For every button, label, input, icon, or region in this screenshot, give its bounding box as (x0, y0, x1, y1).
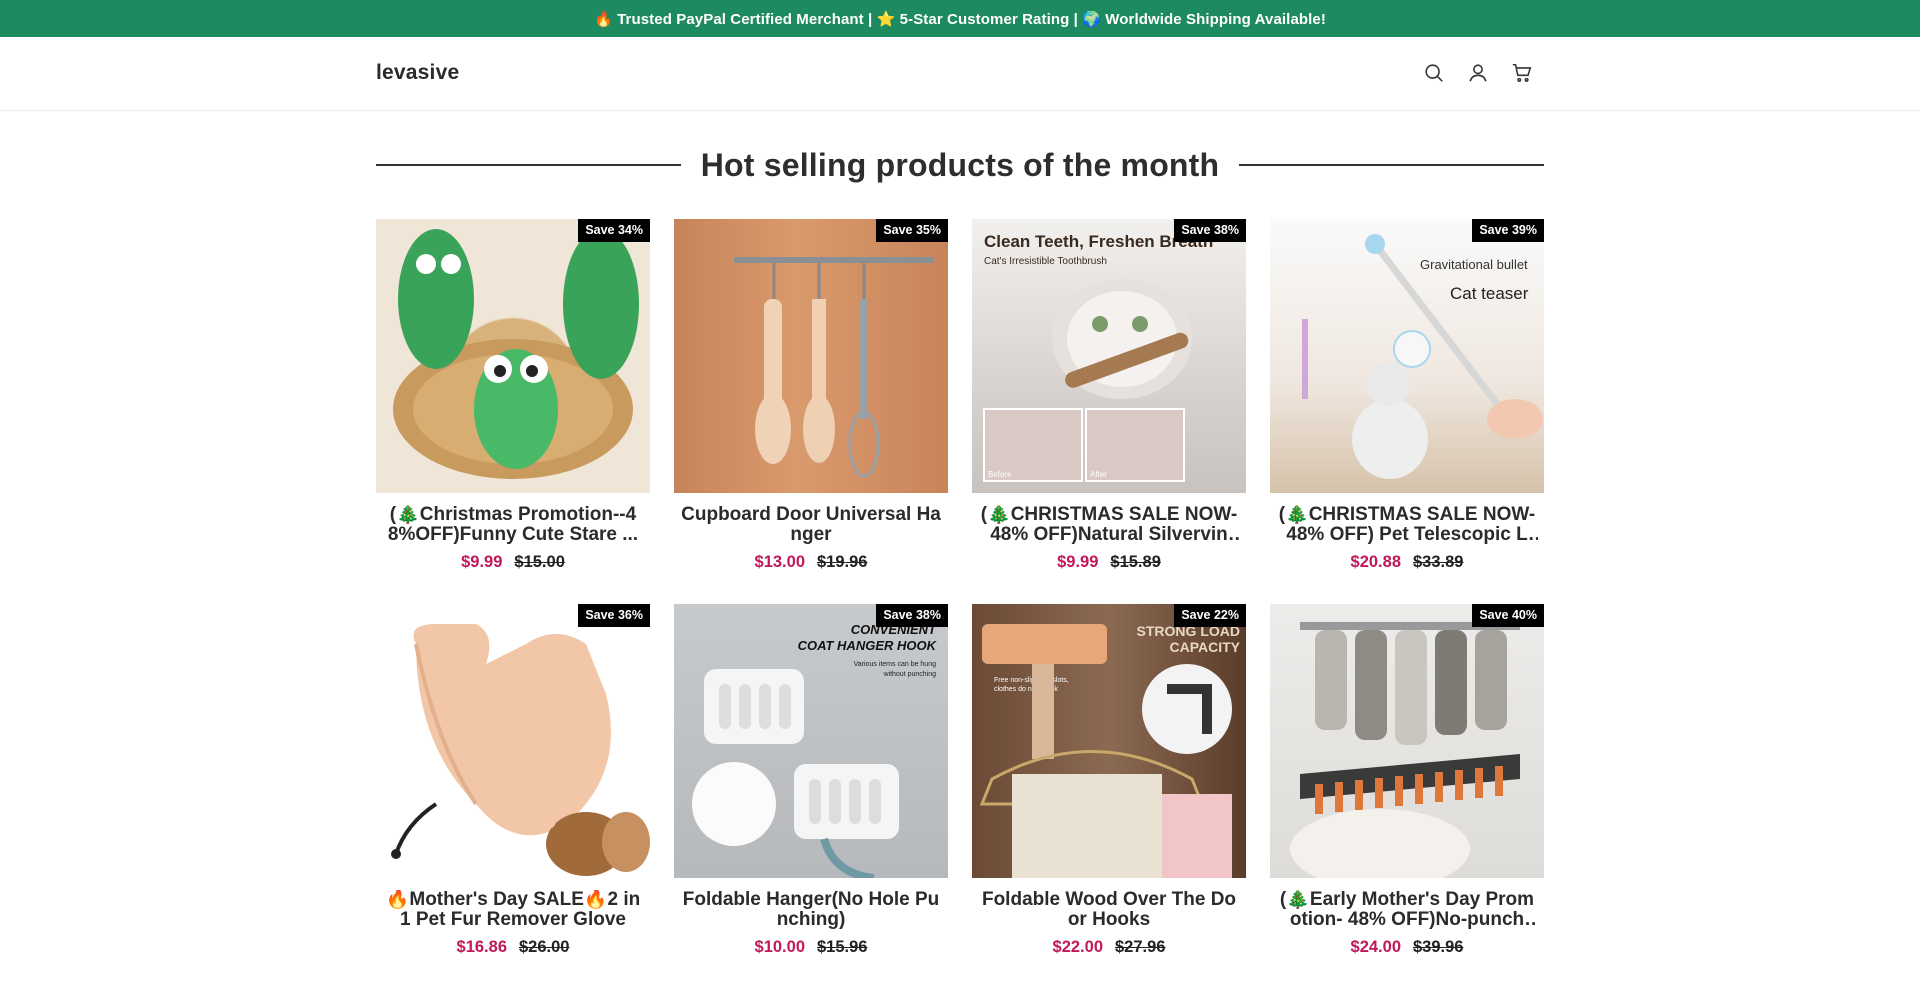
product-card[interactable]: CONVENIENT COAT HANGER HOOK Various item… (674, 604, 948, 957)
product-grid: Save 34% (🎄Christmas Promotion--48%OFF)F… (376, 219, 1544, 957)
product-image[interactable]: Save 36% (376, 604, 650, 878)
product-title[interactable]: (🎄Early Mother's Day Promotion- 48% OFF)… (1276, 890, 1538, 930)
product-card[interactable]: Save 36% 🔥Mother's Day SALE🔥2 in 1 Pet F… (376, 604, 650, 957)
image-caption: Various items can be hung (854, 661, 936, 668)
compare-price: $15.96 (817, 938, 868, 956)
sale-price: $24.00 (1350, 938, 1401, 956)
discount-badge: Save 35% (876, 219, 948, 242)
compare-price: $19.96 (817, 553, 868, 571)
product-image[interactable]: Save 34% (376, 219, 650, 493)
product-image[interactable]: Gravitational bullet Cat teaser Save 39% (1270, 219, 1544, 493)
image-label: Gravitational bullet (1420, 257, 1528, 272)
discount-badge: Save 39% (1472, 219, 1544, 242)
product-image[interactable]: Clean Teeth, Freshen Breath Cat's Irresi… (972, 219, 1246, 493)
sale-price: $20.88 (1350, 553, 1401, 571)
product-prices: $10.00 $15.96 (755, 938, 868, 957)
compare-price: $33.89 (1413, 553, 1464, 571)
cart-icon[interactable] (1506, 57, 1538, 89)
product-title[interactable]: Cupboard Door Universal Hanger (680, 505, 942, 545)
product-title[interactable]: Foldable Wood Over The Door Hooks (978, 890, 1240, 930)
product-card[interactable]: Save 34% (🎄Christmas Promotion--48%OFF)F… (376, 219, 650, 572)
sale-price: $13.00 (754, 553, 805, 571)
before-label: Before (988, 470, 1012, 479)
product-card[interactable]: STRONG LOAD CAPACITY Free non-slip card … (972, 604, 1246, 957)
discount-badge: Save 38% (1174, 219, 1246, 242)
sale-price: $16.86 (456, 938, 507, 956)
announcement-bar: 🔥 Trusted PayPal Certified Merchant | ⭐ … (0, 0, 1920, 37)
product-title[interactable]: Foldable Hanger(No Hole Punching) (680, 890, 942, 930)
after-label: After (1090, 470, 1107, 479)
discount-badge: Save 22% (1174, 604, 1246, 627)
discount-badge: Save 36% (578, 604, 650, 627)
product-prices: $22.00 $27.96 (1053, 938, 1166, 957)
product-image[interactable]: Save 40% (1270, 604, 1544, 878)
heading-divider-right (1239, 164, 1545, 166)
product-image[interactable]: CONVENIENT COAT HANGER HOOK Various item… (674, 604, 948, 878)
product-card[interactable]: Gravitational bullet Cat teaser Save 39%… (1270, 219, 1544, 572)
announcement-text: 🔥 Trusted PayPal Certified Merchant | ⭐ … (594, 10, 1326, 28)
compare-price: $15.89 (1110, 553, 1161, 571)
header-icons (1418, 57, 1538, 89)
discount-badge: Save 34% (578, 219, 650, 242)
section-title: Hot selling products of the month (700, 146, 1220, 183)
account-icon[interactable] (1462, 57, 1494, 89)
section-heading: Hot selling products of the month (376, 137, 1545, 193)
image-caption: Free non-slip card slots, (994, 677, 1069, 684)
product-prices: $16.86 $26.00 (457, 938, 570, 957)
image-headline-2: CAPACITY (1169, 639, 1240, 655)
product-title[interactable]: (🎄CHRISTMAS SALE NOW-48% OFF)Natural Sil… (978, 505, 1240, 545)
product-prices: $13.00 $19.96 (755, 553, 868, 572)
product-title[interactable]: (🎄CHRISTMAS SALE NOW-48% OFF) Pet Telesc… (1276, 505, 1538, 545)
product-title[interactable]: (🎄Christmas Promotion--48%OFF)Funny Cute… (382, 505, 644, 545)
product-card[interactable]: Save 35% Cupboard Door Universal Hanger … (674, 219, 948, 572)
image-subheadline: Cat's Irresistible Toothbrush (984, 256, 1107, 267)
product-prices: $9.99 $15.00 (461, 553, 565, 572)
sale-price: $9.99 (461, 553, 503, 571)
site-header: levasive (0, 37, 1920, 111)
heading-divider-left (376, 164, 681, 166)
product-title[interactable]: 🔥Mother's Day SALE🔥2 in 1 Pet Fur Remove… (382, 890, 644, 930)
sale-price: $22.00 (1052, 938, 1103, 956)
image-label-large: Cat teaser (1450, 284, 1529, 303)
compare-price: $15.00 (514, 553, 565, 571)
discount-badge: Save 38% (876, 604, 948, 627)
sale-price: $10.00 (754, 938, 805, 956)
product-prices: $20.88 $33.89 (1351, 553, 1464, 572)
product-image[interactable]: Save 35% (674, 219, 948, 493)
compare-price: $27.96 (1115, 938, 1166, 956)
product-card[interactable]: Save 40% (🎄Early Mother's Day Promotion-… (1270, 604, 1544, 957)
image-headline-2: COAT HANGER HOOK (798, 638, 938, 653)
product-image[interactable]: STRONG LOAD CAPACITY Free non-slip card … (972, 604, 1246, 878)
compare-price: $26.00 (519, 938, 570, 956)
image-caption-2: without punching (882, 671, 936, 678)
discount-badge: Save 40% (1472, 604, 1544, 627)
product-prices: $24.00 $39.96 (1351, 938, 1464, 957)
search-icon[interactable] (1418, 57, 1450, 89)
store-logo[interactable]: levasive (376, 61, 459, 85)
sale-price: $9.99 (1057, 553, 1099, 571)
compare-price: $39.96 (1413, 938, 1464, 956)
product-card[interactable]: Clean Teeth, Freshen Breath Cat's Irresi… (972, 219, 1246, 572)
product-prices: $9.99 $15.89 (1057, 553, 1161, 572)
